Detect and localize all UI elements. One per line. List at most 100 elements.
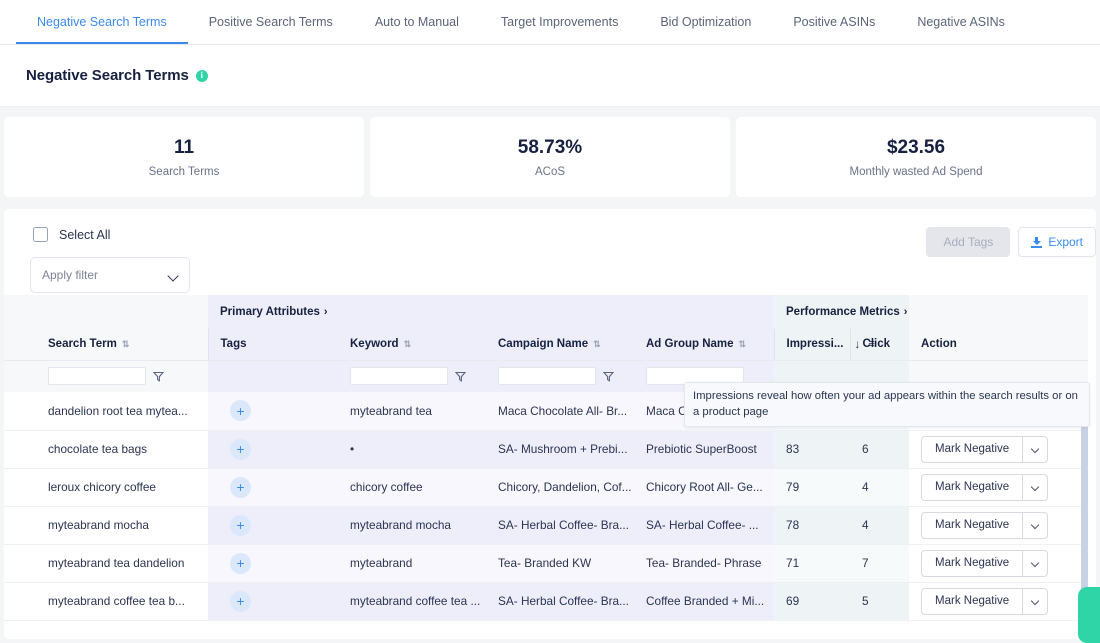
group-primary-attributes[interactable]: Primary Attributes › <box>208 295 775 329</box>
header-ad-group-name[interactable]: Ad Group Name ⇅ <box>634 329 775 361</box>
mark-negative-button[interactable]: Mark Negative <box>921 587 1049 615</box>
row-checkbox-cell[interactable] <box>4 468 36 507</box>
cell-tags[interactable]: + <box>208 392 338 431</box>
group-performance-metrics[interactable]: Performance Metrics › <box>774 295 910 329</box>
cell-action[interactable]: Mark Negative <box>909 430 1070 469</box>
mark-negative-dropdown[interactable] <box>1022 436 1047 462</box>
cell-search-term: myteabrand tea dandelion <box>36 544 208 583</box>
chevron-down-icon <box>1032 522 1039 529</box>
export-button[interactable]: Export <box>1018 227 1096 257</box>
cell-keyword: chicory coffee <box>338 468 486 507</box>
table-row[interactable]: myteabrand coffee tea b... + myteabrand … <box>4 582 1089 621</box>
mark-negative-dropdown[interactable] <box>1022 550 1047 576</box>
panel-toolbar: Select All Apply filter Add Tags Export <box>4 209 1096 295</box>
table-row[interactable]: chocolate tea bags + • SA- Mushroom + Pr… <box>4 430 1089 469</box>
group-label: Primary Attributes <box>220 306 320 318</box>
add-tags-button[interactable]: Add Tags <box>926 227 1011 257</box>
cell-action[interactable]: Mark Negative <box>909 506 1070 545</box>
header-keyword[interactable]: Keyword ⇅ <box>338 329 486 361</box>
header-checkbox-col <box>4 329 36 361</box>
add-tag-icon[interactable]: + <box>230 514 251 536</box>
tab-label: Positive ASINs <box>793 15 876 29</box>
funnel-icon[interactable] <box>603 371 614 382</box>
group-label: Performance Metrics <box>786 306 900 318</box>
keyword-filter-input[interactable] <box>350 367 448 386</box>
header-campaign-name[interactable]: Campaign Name ⇅ <box>486 329 634 361</box>
sort-descending-icon[interactable]: ↓ <box>854 337 860 351</box>
tab-negative-asins[interactable]: Negative ASINs <box>896 0 1026 44</box>
table-row[interactable]: leroux chicory coffee + chicory coffee C… <box>4 468 1089 507</box>
row-checkbox-cell[interactable] <box>4 430 36 469</box>
add-tag-icon[interactable]: + <box>230 438 251 460</box>
cell-tags[interactable]: + <box>208 544 338 583</box>
mark-negative-label: Mark Negative <box>935 443 1010 455</box>
add-tag-icon[interactable]: + <box>230 400 251 422</box>
header-pad <box>1069 329 1089 361</box>
cell-action[interactable]: Mark Negative <box>909 544 1070 583</box>
sort-icon[interactable]: ⇅ <box>593 339 600 349</box>
tab-positive-search-terms[interactable]: Positive Search Terms <box>188 0 354 44</box>
cell-clicks: 4 <box>850 506 910 545</box>
filter-campaign-name[interactable] <box>486 360 634 392</box>
stat-label: ACoS <box>534 165 566 178</box>
filter-keyword[interactable] <box>338 360 486 392</box>
funnel-icon[interactable] <box>153 371 164 382</box>
mark-negative-button[interactable]: Mark Negative <box>921 473 1049 501</box>
mark-negative-button[interactable]: Mark Negative <box>921 549 1049 577</box>
row-checkbox-cell[interactable] <box>4 392 36 431</box>
search-terms-table-wrapper[interactable]: Primary Attributes › Performance Metrics ›… <box>4 295 1096 639</box>
tab-negative-search-terms[interactable]: Negative Search Terms <box>16 0 188 44</box>
header-label: Campaign Name <box>498 338 589 351</box>
filter-search-term[interactable] <box>36 360 208 392</box>
chat-widget-button[interactable] <box>1078 587 1100 643</box>
cell-campaign-name: Chicory, Dandelion, Cof... <box>486 468 634 507</box>
stat-label: Monthly wasted Ad Spend <box>849 165 983 178</box>
info-icon[interactable]: i <box>195 69 208 82</box>
cell-ad-group-name: Coffee Branded + Mi... <box>634 582 775 621</box>
mark-negative-dropdown[interactable] <box>1022 588 1047 614</box>
mark-negative-dropdown[interactable] <box>1022 474 1047 500</box>
mark-negative-button[interactable]: Mark Negative <box>921 511 1049 539</box>
tab-label: Positive Search Terms <box>208 15 333 29</box>
mark-negative-button[interactable]: Mark Negative <box>921 435 1049 463</box>
cell-search-term: dandelion root tea mytea... <box>36 392 208 431</box>
header-impressions[interactable]: Impressi... ↓ ≡ <box>773 329 875 361</box>
tab-auto-to-manual[interactable]: Auto to Manual <box>354 0 480 44</box>
add-tag-icon[interactable]: + <box>230 590 251 612</box>
table-row[interactable]: myteabrand mocha + myteabrand mocha SA- … <box>4 506 1089 545</box>
apply-filter-dropdown[interactable]: Apply filter <box>30 257 190 293</box>
sort-icon[interactable]: ⇅ <box>122 339 129 349</box>
cell-impressions: 79 <box>774 468 851 507</box>
table-row[interactable]: myteabrand tea dandelion + myteabrand Te… <box>4 544 1089 583</box>
tab-bid-optimization[interactable]: Bid Optimization <box>639 0 772 44</box>
cell-ad-group-name: Chicory Root All- Ge... <box>634 468 775 507</box>
add-tag-icon[interactable]: + <box>230 552 251 574</box>
stat-card-search-terms: 11 Search Terms <box>4 117 364 197</box>
campaign-filter-input[interactable] <box>498 367 596 386</box>
search-term-filter-input[interactable] <box>48 367 146 386</box>
header-label: Tags <box>220 338 247 351</box>
select-all-control[interactable]: Select All <box>4 227 110 242</box>
tab-target-improvements[interactable]: Target Improvements <box>480 0 639 44</box>
cell-tags[interactable]: + <box>208 506 338 545</box>
cell-tags[interactable]: + <box>208 468 338 507</box>
cell-tags[interactable]: + <box>208 582 338 621</box>
cell-search-term: myteabrand mocha <box>36 506 208 545</box>
funnel-icon[interactable] <box>455 371 466 382</box>
add-tag-icon[interactable]: + <box>230 476 251 498</box>
select-all-checkbox[interactable] <box>33 227 48 242</box>
cell-action[interactable]: Mark Negative <box>909 468 1070 507</box>
header-search-term[interactable]: Search Term ⇅ <box>36 329 208 361</box>
mark-negative-dropdown[interactable] <box>1022 512 1047 538</box>
cell-action[interactable]: Mark Negative <box>909 582 1070 621</box>
cell-clicks: 5 <box>850 582 910 621</box>
sort-icon[interactable]: ⇅ <box>404 339 411 349</box>
header-label: Search Term <box>48 338 117 351</box>
tab-positive-asins[interactable]: Positive ASINs <box>772 0 896 44</box>
sort-icon[interactable]: ⇅ <box>739 339 746 349</box>
row-checkbox-cell[interactable] <box>4 582 36 621</box>
mark-negative-label: Mark Negative <box>935 595 1010 607</box>
cell-tags[interactable]: + <box>208 430 338 469</box>
row-checkbox-cell[interactable] <box>4 544 36 583</box>
row-checkbox-cell[interactable] <box>4 506 36 545</box>
